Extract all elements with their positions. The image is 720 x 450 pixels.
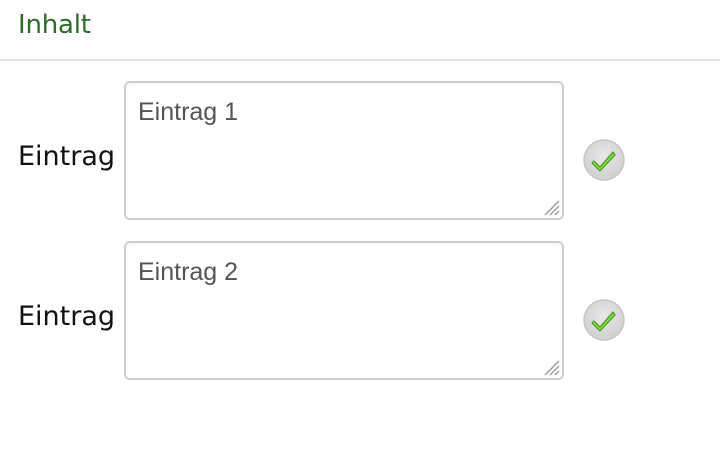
entry-row: Eintrag Eintrag 2 (0, 240, 720, 380)
entry-textarea[interactable]: Eintrag 1 (124, 81, 564, 220)
entry-label: Eintrag (18, 301, 116, 332)
entry-textarea-value: Eintrag 1 (138, 98, 239, 126)
resize-grip-icon[interactable] (542, 198, 560, 216)
entry-label: Eintrag (18, 141, 116, 172)
entry-textarea-value: Eintrag 2 (138, 258, 239, 286)
section-title: Inhalt (18, 10, 91, 40)
section-header: Inhalt (0, 0, 720, 61)
entry-textarea[interactable]: Eintrag 2 (124, 241, 564, 380)
check-circle-icon[interactable] (582, 138, 626, 182)
entry-row: Eintrag Eintrag 1 (0, 80, 720, 220)
resize-grip-icon[interactable] (542, 358, 560, 376)
check-circle-icon[interactable] (582, 298, 626, 342)
form-panel: Inhalt Eintrag Eintrag 1 Eintrag Eintrag… (0, 0, 720, 450)
